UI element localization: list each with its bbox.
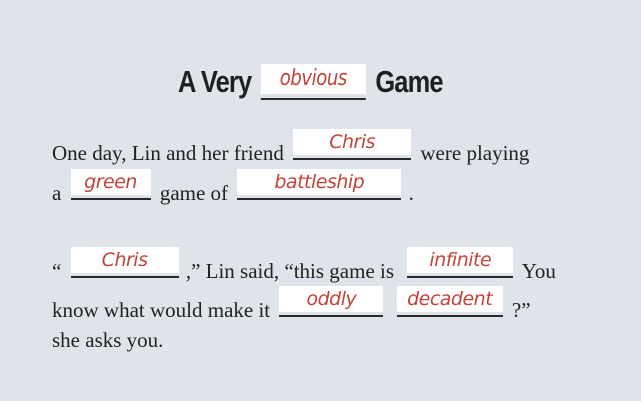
adverb-blank[interactable]: oddly bbox=[279, 286, 384, 317]
madlib-page: A Very obvious Game One day, Lin and her… bbox=[0, 0, 641, 401]
story-text: she asks you. bbox=[52, 328, 164, 352]
adverb-answer: oddly bbox=[279, 286, 384, 312]
story-line-3: “ Chris ,” Lin said, “this game is infin… bbox=[52, 247, 556, 284]
story-text: know what would make it bbox=[52, 298, 271, 322]
adj2-answer: decadent bbox=[396, 286, 503, 312]
story-text: “ bbox=[52, 259, 62, 283]
adj-blank[interactable]: infinite bbox=[407, 247, 514, 278]
page-title: A Very obvious Game bbox=[178, 64, 444, 108]
title-after: Game bbox=[375, 64, 443, 99]
title-blank-answer: obvious bbox=[260, 64, 366, 94]
story-text: ,” Lin said, “this game is bbox=[185, 259, 395, 283]
adj-answer: infinite bbox=[407, 247, 514, 273]
story-text: a bbox=[52, 181, 62, 205]
story-text: game of bbox=[159, 181, 229, 205]
story-text: were playing bbox=[420, 141, 530, 165]
adjective-blank[interactable]: green bbox=[70, 169, 151, 200]
story-text: You bbox=[521, 259, 556, 283]
game-answer: battleship bbox=[237, 169, 402, 195]
story-line-1: One day, Lin and her friend Chris were p… bbox=[52, 129, 530, 166]
name-blank[interactable]: Chris bbox=[70, 247, 179, 278]
story-line-4: know what would make it oddly decadent ?… bbox=[52, 286, 531, 323]
story-text: One day, Lin and her friend bbox=[52, 141, 284, 165]
name-answer: Chris bbox=[70, 247, 179, 273]
story-text: ?” bbox=[511, 298, 531, 322]
story-line-2: a green game of battleship . bbox=[52, 169, 414, 206]
title-before: A Very bbox=[178, 64, 252, 99]
adj2-blank[interactable]: decadent bbox=[396, 286, 503, 317]
adjective-answer: green bbox=[70, 169, 151, 195]
story-line-5: she asks you. bbox=[52, 328, 163, 353]
friend-answer: Chris bbox=[293, 129, 412, 155]
title-blank[interactable]: obvious bbox=[260, 64, 366, 100]
friend-blank[interactable]: Chris bbox=[293, 129, 412, 160]
story-text: . bbox=[408, 181, 414, 205]
game-blank[interactable]: battleship bbox=[237, 169, 402, 200]
